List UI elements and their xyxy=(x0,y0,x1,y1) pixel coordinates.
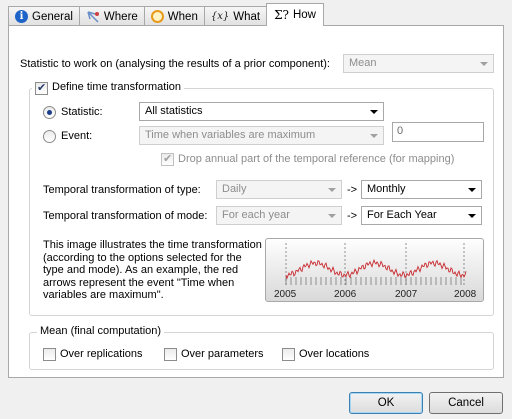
type-to-value: Monthly xyxy=(367,183,406,195)
sigma-icon: Σ? xyxy=(274,8,289,22)
chevron-down-icon xyxy=(370,134,378,138)
chevron-down-icon xyxy=(370,110,378,114)
time-transformation-legend: Define time transformation xyxy=(32,81,184,95)
statistic-label: Statistic: xyxy=(61,106,103,118)
mean-group-legend: Mean (final computation) xyxy=(37,325,165,337)
chart-year-2007: 2007 xyxy=(395,289,418,300)
statistic-value: All statistics xyxy=(145,105,203,117)
chevron-down-icon xyxy=(328,214,336,218)
statistic-select[interactable]: All statistics xyxy=(139,102,384,121)
tab-strip: i General Where When {x} What Σ? How xyxy=(8,3,324,26)
event-value: Time when variables are maximum xyxy=(145,129,316,141)
over-replications-checkbox[interactable] xyxy=(43,348,56,361)
info-icon: i xyxy=(15,10,28,23)
clock-icon xyxy=(150,10,164,23)
tab-when[interactable]: When xyxy=(143,6,205,26)
description-line: (according to the options selected for t… xyxy=(43,251,242,264)
over-locations-checkbox[interactable] xyxy=(282,348,295,361)
mode-label: Temporal transformation of mode: xyxy=(43,210,208,222)
transformation-illustration: 2005 2006 2007 2008 xyxy=(265,238,484,302)
event-radio[interactable] xyxy=(43,130,56,143)
chevron-down-icon xyxy=(328,188,336,192)
cancel-button[interactable]: Cancel xyxy=(429,392,503,414)
description-line: variables are maximum". xyxy=(43,289,164,301)
tab-what[interactable]: {x} What xyxy=(203,6,268,26)
description-line: arrows represent the event "Time when xyxy=(43,276,235,289)
type-from-value: Daily xyxy=(222,183,247,195)
ok-button[interactable]: OK xyxy=(349,392,423,414)
variable-icon: {x} xyxy=(210,11,230,22)
drop-annual-label: Drop annual part of the temporal referen… xyxy=(178,153,455,165)
tab-what-label: What xyxy=(233,10,261,23)
statistic-source-label: Statistic to work on (analysing the resu… xyxy=(20,58,330,70)
mode-from-value: For each year xyxy=(222,209,290,221)
tab-where[interactable]: Where xyxy=(78,6,145,26)
type-arrow: -> xyxy=(347,184,358,196)
over-replications-label[interactable]: Over replications xyxy=(60,348,143,360)
statistic-radio[interactable] xyxy=(43,106,56,119)
chart-year-2006: 2006 xyxy=(334,289,357,300)
chart-year-2008: 2008 xyxy=(454,289,477,300)
tab-general-label: General xyxy=(32,10,73,23)
statistic-source-select[interactable]: Mean xyxy=(343,54,494,73)
description-line: type and mode). As an example, the red xyxy=(43,264,239,276)
event-number-value: 0 xyxy=(397,125,404,137)
chevron-down-icon xyxy=(468,214,476,218)
transformation-description: This image illustrates the time transfor… xyxy=(43,239,262,302)
type-to-select[interactable]: Monthly xyxy=(361,180,482,199)
tab-where-label: Where xyxy=(103,10,138,23)
mode-from-select[interactable]: For each year xyxy=(216,206,342,225)
chevron-down-icon xyxy=(480,62,488,66)
over-locations-label[interactable]: Over locations xyxy=(299,348,369,360)
how-panel: Statistic to work on (analysing the resu… xyxy=(8,25,504,378)
drop-annual-checkbox[interactable] xyxy=(161,152,174,166)
map-marker-icon xyxy=(86,10,100,24)
event-select[interactable]: Time when variables are maximum xyxy=(139,126,384,145)
mode-to-select[interactable]: For Each Year xyxy=(361,206,482,225)
description-line: This image illustrates the time transfor… xyxy=(43,239,262,251)
type-label: Temporal transformation of type: xyxy=(43,184,201,196)
define-time-transformation-checkbox[interactable] xyxy=(35,81,48,95)
tab-how-label: How xyxy=(292,9,316,21)
tab-how[interactable]: Σ? How xyxy=(266,3,324,26)
type-from-select[interactable]: Daily xyxy=(216,180,342,199)
over-parameters-label[interactable]: Over parameters xyxy=(181,348,264,360)
mode-arrow: -> xyxy=(347,210,358,222)
chart-year-2005: 2005 xyxy=(274,289,297,300)
mode-to-value: For Each Year xyxy=(367,209,437,221)
define-time-transformation-label[interactable]: Define time transformation xyxy=(52,81,181,93)
tab-general[interactable]: i General xyxy=(8,6,80,26)
chevron-down-icon xyxy=(468,188,476,192)
event-number-input[interactable]: 0 xyxy=(392,122,484,142)
statistic-source-value: Mean xyxy=(349,57,377,69)
event-label: Event: xyxy=(61,130,93,142)
over-parameters-checkbox[interactable] xyxy=(164,348,177,361)
tab-when-label: When xyxy=(167,10,198,23)
